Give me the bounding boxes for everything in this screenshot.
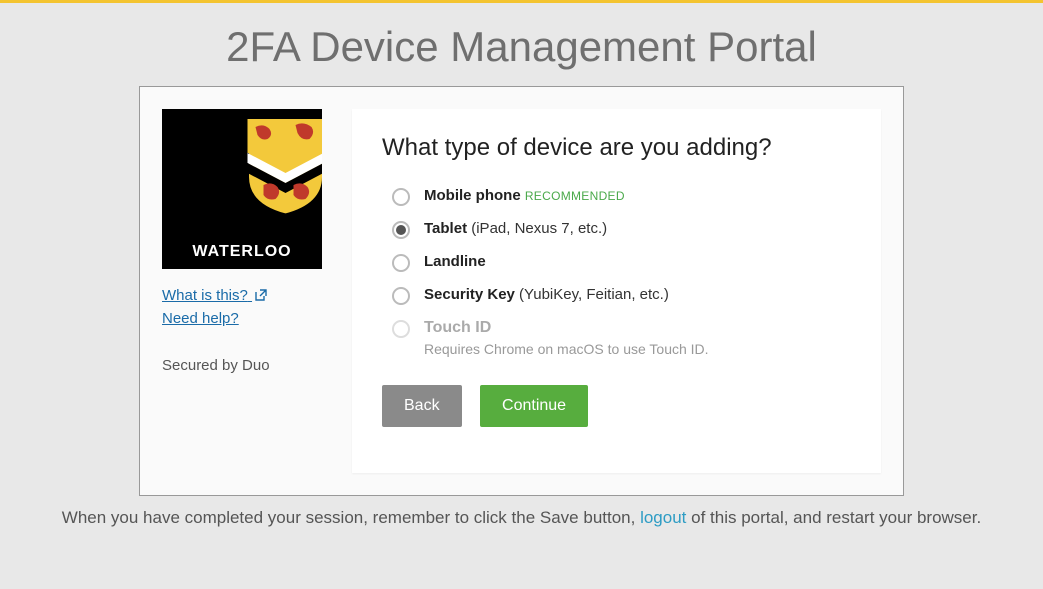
- secured-by-text: Secured by Duo: [162, 357, 332, 374]
- top-accent-stripe: [0, 0, 1043, 3]
- continue-button[interactable]: Continue: [480, 385, 588, 427]
- org-logo: WATERLOO: [162, 109, 322, 269]
- device-type-options: Mobile phone RECOMMENDED Tablet (iPad, N…: [392, 187, 851, 357]
- option-label: Touch ID Requires Chrome on macOS to use…: [424, 319, 709, 357]
- device-type-card: What type of device are you adding? Mobi…: [352, 109, 881, 473]
- touch-id-note: Requires Chrome on macOS to use Touch ID…: [424, 341, 709, 357]
- footer-pre: When you have completed your session, re…: [62, 508, 640, 527]
- option-label: Landline: [424, 253, 486, 270]
- footer-post: of this portal, and restart your browser…: [686, 508, 981, 527]
- option-landline[interactable]: Landline: [392, 253, 851, 272]
- button-row: Back Continue: [382, 385, 851, 427]
- radio-touch-id: [392, 320, 410, 338]
- option-touch-id: Touch ID Requires Chrome on macOS to use…: [392, 319, 851, 357]
- duo-content: WATERLOO What is this? Need help? Secure…: [140, 87, 903, 495]
- shield-icon: [243, 117, 322, 217]
- external-link-icon: [255, 289, 267, 301]
- radio-tablet[interactable]: [392, 221, 410, 239]
- back-button[interactable]: Back: [382, 385, 462, 427]
- logout-link[interactable]: logout: [640, 508, 686, 527]
- what-is-this-link[interactable]: What is this?: [162, 287, 332, 304]
- radio-mobile-phone[interactable]: [392, 188, 410, 206]
- sidebar: WATERLOO What is this? Need help? Secure…: [162, 109, 332, 473]
- logo-text: WATERLOO: [162, 243, 322, 261]
- option-label: Security Key (YubiKey, Feitian, etc.): [424, 286, 669, 303]
- option-label: Mobile phone RECOMMENDED: [424, 187, 625, 204]
- option-mobile-phone[interactable]: Mobile phone RECOMMENDED: [392, 187, 851, 206]
- need-help-link[interactable]: Need help?: [162, 310, 332, 327]
- option-tablet[interactable]: Tablet (iPad, Nexus 7, etc.): [392, 220, 851, 239]
- page-title: 2FA Device Management Portal: [0, 23, 1043, 71]
- radio-security-key[interactable]: [392, 287, 410, 305]
- duo-frame: WATERLOO What is this? Need help? Secure…: [139, 86, 904, 496]
- sidebar-links: What is this? Need help?: [162, 287, 332, 327]
- device-type-question: What type of device are you adding?: [382, 134, 851, 162]
- recommended-badge: RECOMMENDED: [525, 189, 625, 203]
- option-security-key[interactable]: Security Key (YubiKey, Feitian, etc.): [392, 286, 851, 305]
- what-is-this-label: What is this?: [162, 287, 248, 304]
- option-label: Tablet (iPad, Nexus 7, etc.): [424, 220, 607, 237]
- radio-landline[interactable]: [392, 254, 410, 272]
- footer-instruction: When you have completed your session, re…: [0, 508, 1043, 528]
